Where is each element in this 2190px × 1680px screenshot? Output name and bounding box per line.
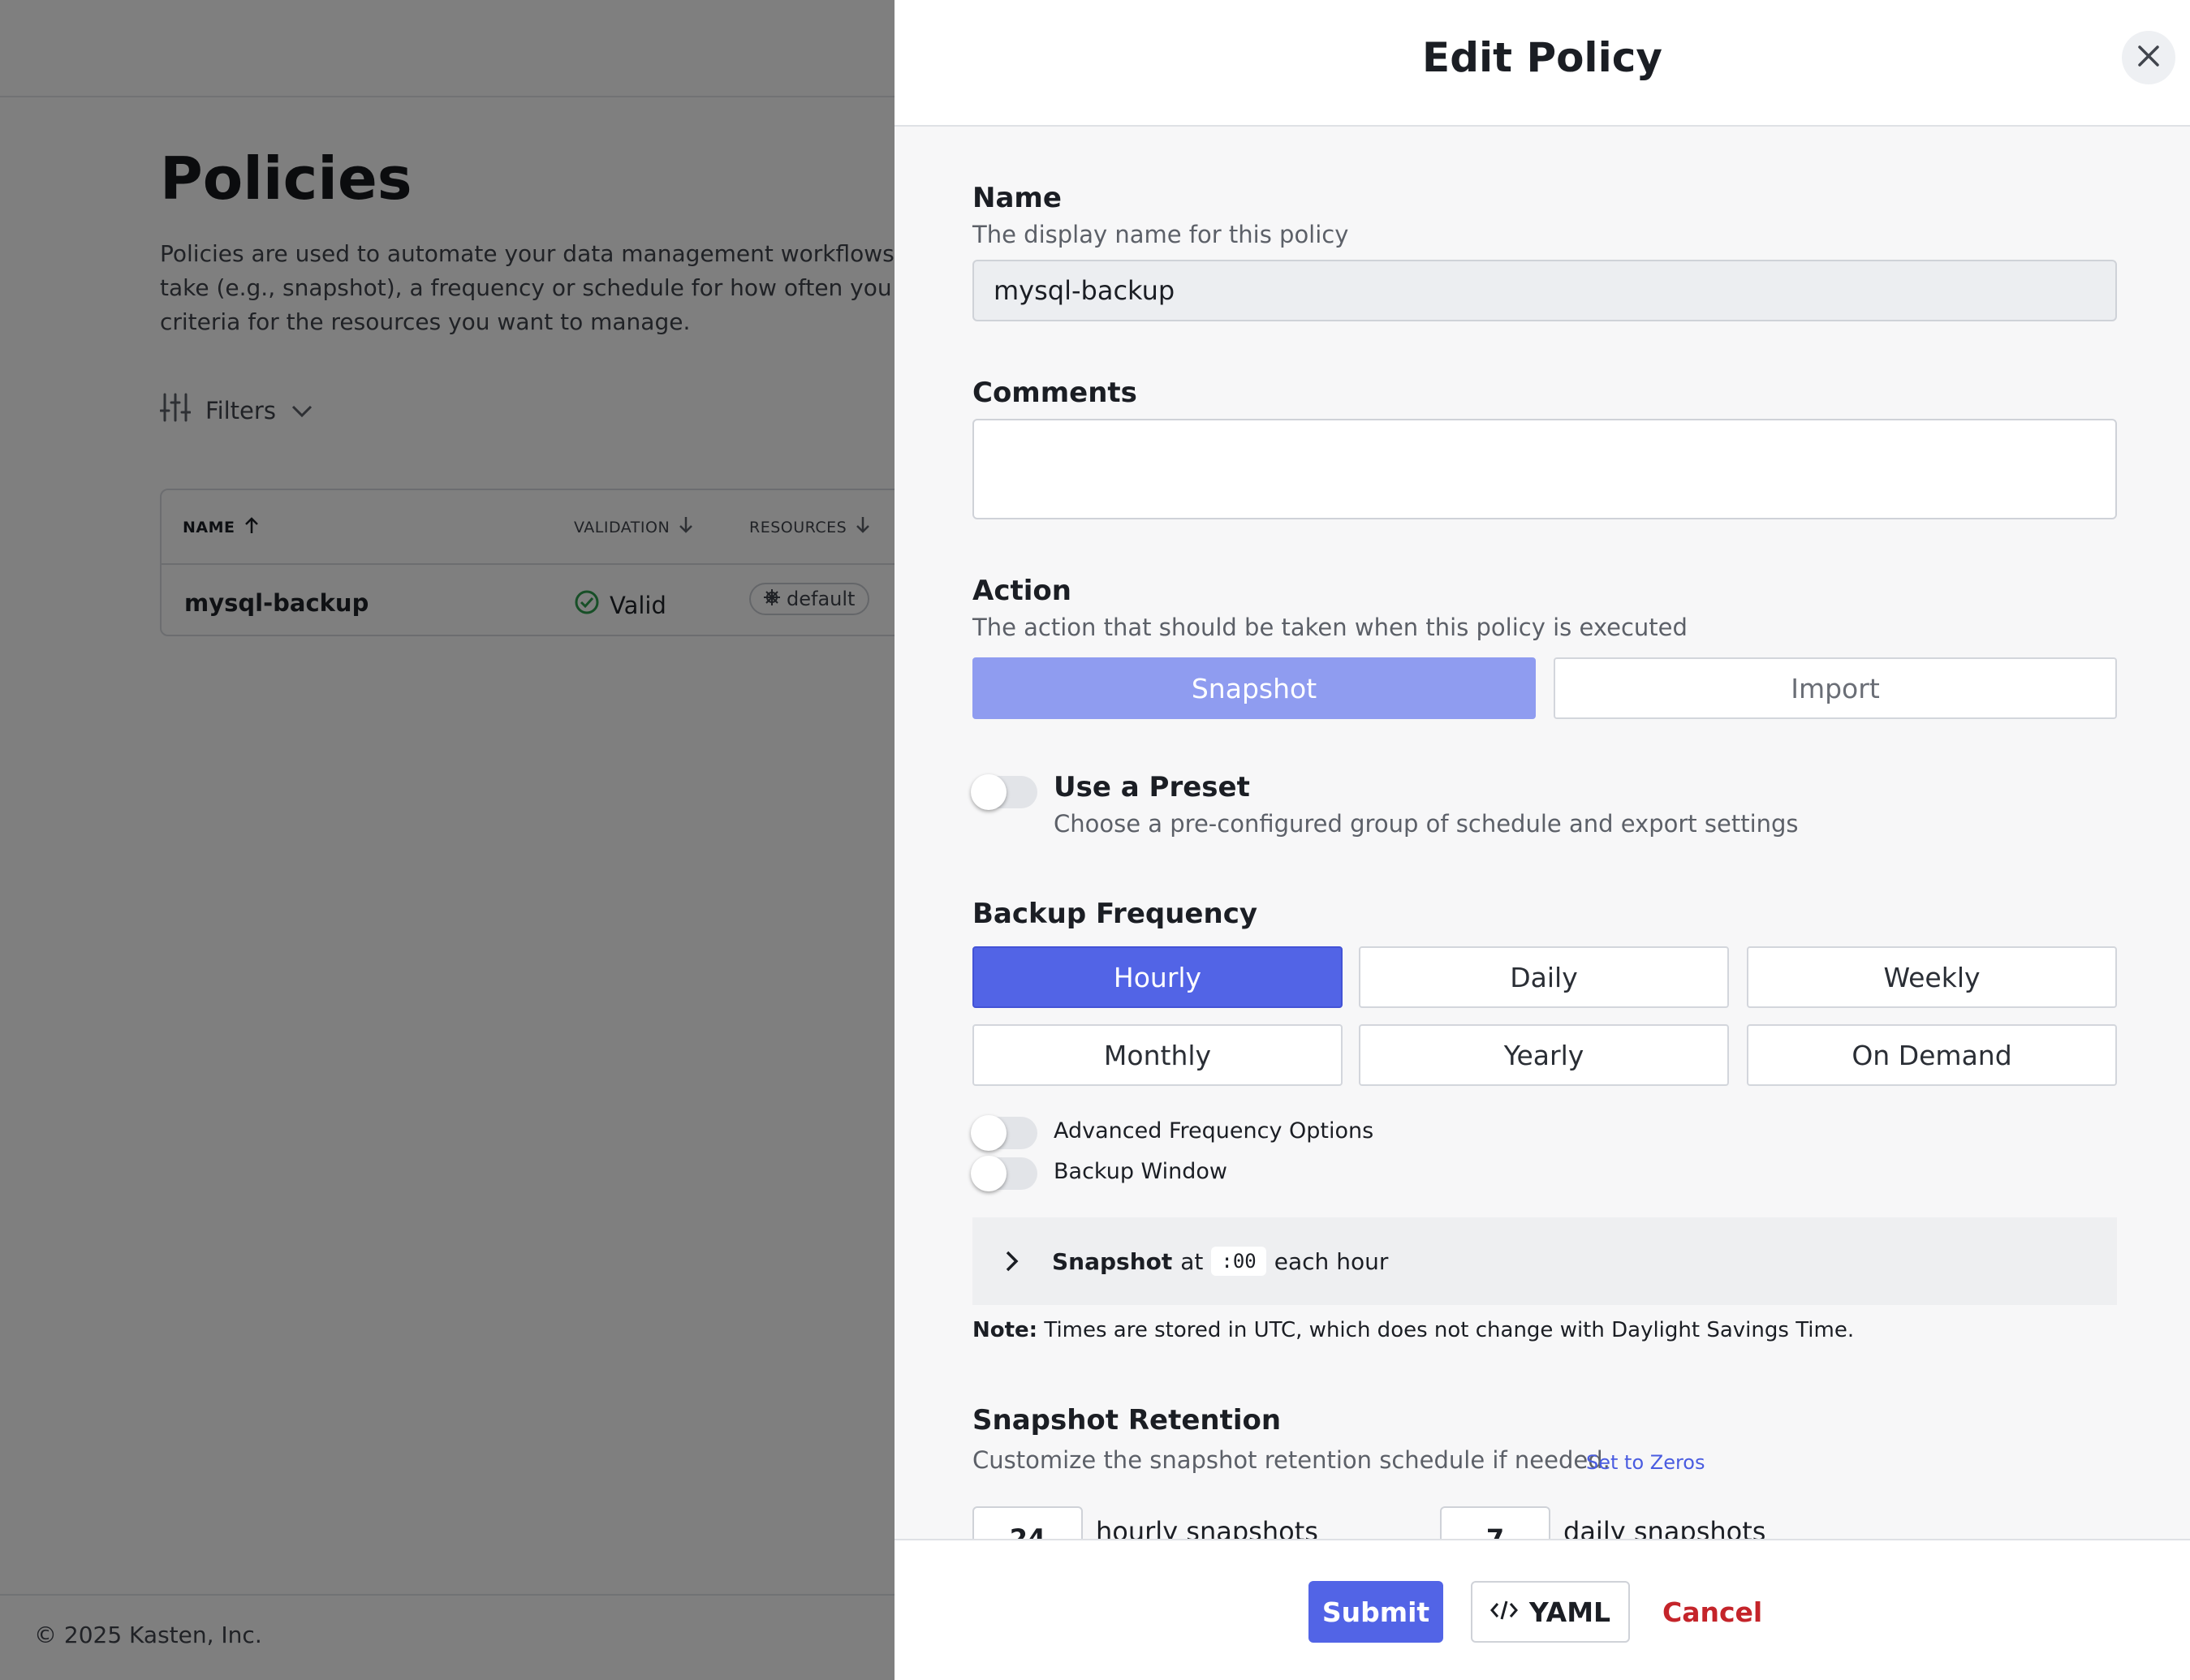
set-to-zeros-link[interactable]: Set to Zeros [1586,1451,1705,1474]
yaml-button[interactable]: YAML [1471,1581,1630,1643]
summary-suffix: each hour [1274,1247,1389,1275]
summary-time: :00 [1211,1247,1266,1276]
comments-label: Comments [972,377,1137,409]
use-preset-toggle[interactable] [971,774,1037,810]
advanced-frequency-label: Advanced Frequency Options [1054,1118,1374,1144]
submit-button[interactable]: Submit [1308,1581,1443,1643]
hourly-snapshots-label: hourly snapshots [1096,1516,1318,1539]
daily-snapshots-input[interactable]: 7 [1440,1506,1550,1539]
close-icon [2136,44,2161,71]
frequency-weekly-button[interactable]: Weekly [1747,946,2117,1008]
action-help: The action that should be taken when thi… [972,614,1688,641]
backup-window-toggle[interactable] [971,1156,1037,1191]
utc-note: Note: Times are stored in UTC, which doe… [972,1318,1854,1342]
snapshot-retention-label: Snapshot Retention [972,1404,1282,1437]
frequency-monthly-button[interactable]: Monthly [972,1024,1343,1086]
backup-frequency-label: Backup Frequency [972,898,1258,930]
daily-snapshots-label: daily snapshots [1563,1516,1766,1539]
use-preset-label: Use a Preset [1054,771,1250,803]
name-help: The display name for this policy [972,221,1349,248]
close-button[interactable] [2122,31,2175,84]
action-import-button[interactable]: Import [1554,657,2117,719]
schedule-summary[interactable]: Snapshot at :00 each hour [972,1217,2117,1305]
backup-window-label: Backup Window [1054,1159,1228,1184]
name-input[interactable] [972,260,2117,321]
action-snapshot-button[interactable]: Snapshot [972,657,1536,719]
frequency-hourly-button[interactable]: Hourly [972,946,1343,1008]
drawer-body: Name The display name for this policy Co… [895,127,2190,1539]
snapshot-retention-help: Customize the snapshot retention schedul… [972,1446,1610,1474]
hourly-snapshots-input[interactable]: 24 [972,1506,1083,1539]
drawer-title: Edit Policy [1422,34,1662,81]
action-label: Action [972,575,1071,607]
note-label: Note: [972,1318,1038,1342]
advanced-frequency-toggle[interactable] [971,1115,1037,1151]
chevron-right-icon [1003,1249,1037,1273]
drawer-header: Edit Policy [895,0,2190,127]
summary-at: at [1180,1247,1204,1275]
summary-action: Snapshot [1052,1247,1173,1275]
code-icon [1489,1596,1518,1628]
comments-input[interactable] [972,419,2117,519]
frequency-yearly-button[interactable]: Yearly [1359,1024,1729,1086]
cancel-button[interactable]: Cancel [1662,1581,1762,1643]
edit-policy-drawer: Edit Policy Name The display name for th… [895,0,2190,1680]
frequency-daily-button[interactable]: Daily [1359,946,1729,1008]
modal-overlay[interactable] [0,0,895,1680]
use-preset-help: Choose a pre-configured group of schedul… [1054,810,1799,838]
name-label: Name [972,182,1062,214]
note-text: Times are stored in UTC, which does not … [1037,1318,1855,1342]
yaml-label: YAML [1528,1596,1611,1628]
frequency-on-demand-button[interactable]: On Demand [1747,1024,2117,1086]
drawer-footer: Submit YAML Cancel [895,1539,2190,1680]
